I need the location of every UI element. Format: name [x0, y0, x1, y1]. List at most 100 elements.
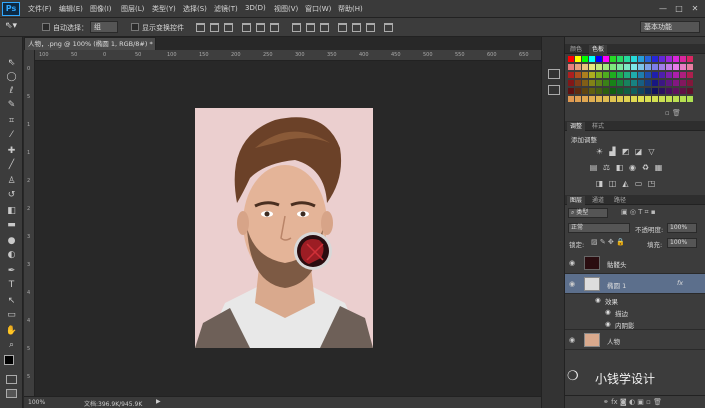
- color-swatch[interactable]: [603, 72, 609, 78]
- color-swatch[interactable]: [652, 56, 658, 62]
- swatch-new-icon[interactable]: ▫ 🗑: [665, 109, 681, 117]
- effect-eye-icon[interactable]: ◉: [605, 308, 611, 316]
- color-swatch[interactable]: [645, 88, 651, 94]
- color-swatch[interactable]: [659, 80, 665, 86]
- color-swatch[interactable]: [680, 80, 686, 86]
- menu-view[interactable]: 视图(V): [274, 4, 298, 14]
- channel-mixer-icon[interactable]: ♻: [641, 163, 650, 172]
- healing-brush-icon[interactable]: ✚: [4, 145, 19, 158]
- color-swatch[interactable]: [603, 80, 609, 86]
- color-swatch[interactable]: [575, 56, 581, 62]
- color-swatch[interactable]: [568, 88, 574, 94]
- effect-eye-icon[interactable]: ◉: [605, 320, 611, 328]
- align-bottom-icon[interactable]: [224, 23, 233, 32]
- marquee-tool-icon[interactable]: ◯: [4, 71, 19, 84]
- color-swatch[interactable]: [680, 56, 686, 62]
- color-swatch[interactable]: [638, 72, 644, 78]
- color-swatch[interactable]: [582, 80, 588, 86]
- layer-row-ellipse[interactable]: ◉ 椭圆 1 fx: [565, 274, 705, 294]
- menu-edit[interactable]: 编辑(E): [59, 4, 83, 14]
- color-swatch[interactable]: [652, 96, 658, 102]
- photo-filter-icon[interactable]: ◉: [628, 163, 637, 172]
- pen-tool-icon[interactable]: ✒: [4, 265, 19, 278]
- color-swatch[interactable]: [617, 88, 623, 94]
- color-swatch[interactable]: [645, 56, 651, 62]
- color-swatch[interactable]: [687, 72, 693, 78]
- color-swatch[interactable]: [582, 96, 588, 102]
- workspace-dropdown[interactable]: 基本功能: [640, 21, 700, 33]
- color-swatch[interactable]: [666, 88, 672, 94]
- color-swatch[interactable]: [624, 80, 630, 86]
- minimize-button[interactable]: —: [656, 3, 670, 15]
- distribute-hcenter-icon[interactable]: [352, 23, 361, 32]
- color-swatch[interactable]: [589, 96, 595, 102]
- color-swatch[interactable]: [666, 72, 672, 78]
- color-swatch[interactable]: [638, 88, 644, 94]
- color-swatch[interactable]: [631, 96, 637, 102]
- quick-select-tool-icon[interactable]: ✎: [4, 99, 19, 112]
- color-swatch[interactable]: [687, 96, 693, 102]
- color-swatch[interactable]: [673, 64, 679, 70]
- path-select-icon[interactable]: ↖: [4, 295, 19, 308]
- color-swatch[interactable]: [568, 72, 574, 78]
- color-swatch[interactable]: [617, 96, 623, 102]
- color-swatch[interactable]: [624, 56, 630, 62]
- document-tab[interactable]: 人物，.png @ 100% (椭圆 1, RGB/8#) *: [24, 37, 156, 50]
- align-left-icon[interactable]: [242, 23, 251, 32]
- color-swatch[interactable]: [659, 88, 665, 94]
- tab-layers[interactable]: 图层: [567, 196, 586, 205]
- color-swatch[interactable]: [617, 72, 623, 78]
- color-swatch[interactable]: [652, 80, 658, 86]
- color-swatch[interactable]: [610, 72, 616, 78]
- color-swatch[interactable]: [687, 80, 693, 86]
- move-tool-icon[interactable]: ⇖▾: [5, 21, 17, 31]
- color-swatch[interactable]: [638, 64, 644, 70]
- gradient-map-icon[interactable]: ▭: [634, 179, 643, 188]
- auto-align-icon[interactable]: [384, 23, 393, 32]
- type-tool-icon[interactable]: T: [4, 279, 19, 292]
- color-swatch[interactable]: [624, 64, 630, 70]
- color-swatch[interactable]: [652, 64, 658, 70]
- threshold-icon[interactable]: ◭: [621, 179, 630, 188]
- color-swatch[interactable]: [673, 80, 679, 86]
- effect-stroke-row[interactable]: ◉ 描边: [565, 306, 705, 318]
- exposure-icon[interactable]: ◪: [634, 147, 643, 156]
- color-swatch[interactable]: [652, 72, 658, 78]
- color-swatch[interactable]: [603, 96, 609, 102]
- lock-icons[interactable]: ▨ ✎ ✥ 🔒: [591, 238, 625, 246]
- color-swatch[interactable]: [617, 80, 623, 86]
- color-swatch[interactable]: [596, 72, 602, 78]
- visibility-eye-icon[interactable]: ◉: [569, 259, 575, 267]
- history-brush-icon[interactable]: ↺: [4, 189, 19, 202]
- align-vcenter-icon[interactable]: [210, 23, 219, 32]
- distribute-left-icon[interactable]: [338, 23, 347, 32]
- color-swatch[interactable]: [687, 64, 693, 70]
- color-swatch[interactable]: [624, 88, 630, 94]
- color-swatch[interactable]: [603, 88, 609, 94]
- zoom-level[interactable]: 100%: [28, 399, 45, 406]
- color-swatch[interactable]: [631, 88, 637, 94]
- color-swatch[interactable]: [659, 56, 665, 62]
- foreground-color-swatch[interactable]: [4, 355, 14, 365]
- quick-mask-icon[interactable]: [6, 375, 17, 384]
- align-top-icon[interactable]: [196, 23, 205, 32]
- invert-icon[interactable]: ◨: [595, 179, 604, 188]
- color-swatch[interactable]: [575, 64, 581, 70]
- effects-row[interactable]: ◉ 效果: [565, 294, 705, 306]
- auto-select-dropdown[interactable]: 组: [90, 21, 118, 33]
- color-swatch[interactable]: [666, 64, 672, 70]
- color-swatch[interactable]: [673, 56, 679, 62]
- align-hcenter-icon[interactable]: [256, 23, 265, 32]
- bw-icon[interactable]: ◧: [615, 163, 624, 172]
- color-swatch[interactable]: [659, 72, 665, 78]
- dodge-tool-icon[interactable]: ◐: [4, 249, 19, 262]
- menu-layer[interactable]: 图层(L): [121, 4, 144, 14]
- visibility-eye-icon[interactable]: ◉: [569, 336, 575, 344]
- layer-row-skull[interactable]: ◉ 骷髅头: [565, 252, 705, 274]
- eyedropper-tool-icon[interactable]: ⁄: [4, 129, 19, 142]
- color-swatch[interactable]: [575, 72, 581, 78]
- color-swatch[interactable]: [687, 56, 693, 62]
- auto-select-checkbox[interactable]: [42, 23, 50, 31]
- close-button[interactable]: ✕: [688, 3, 702, 15]
- menu-3d[interactable]: 3D(D): [245, 4, 266, 12]
